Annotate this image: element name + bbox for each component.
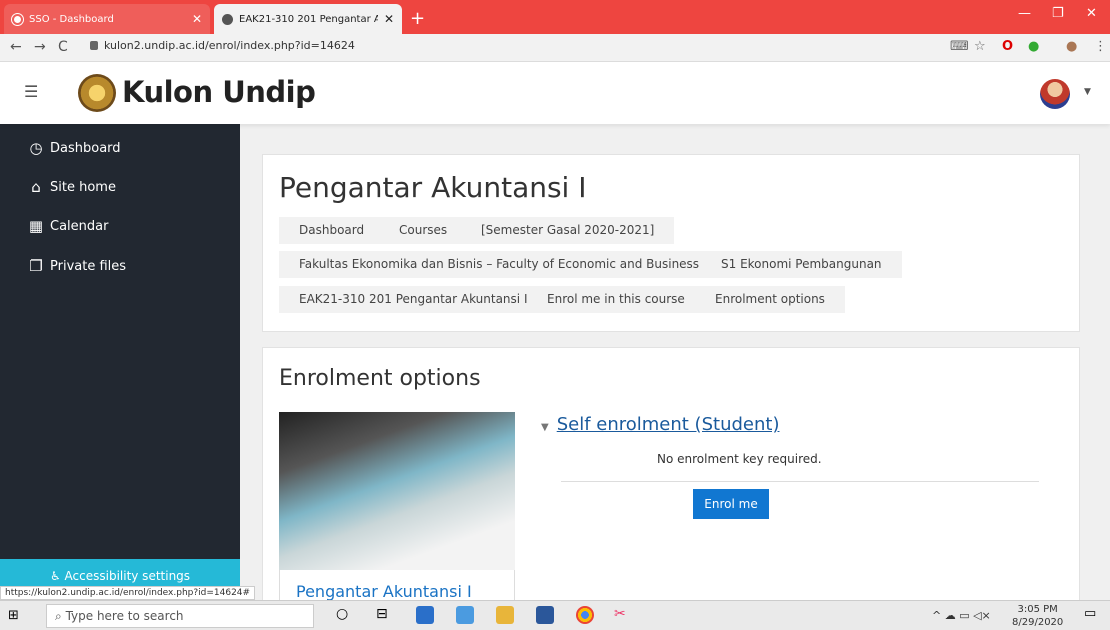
system-tray[interactable]: ^ ☁ ▭ ◁× [932, 609, 991, 622]
url-field[interactable]: kulon2.undip.ac.id/enrol/index.php?id=14… [90, 39, 355, 52]
reload-icon[interactable]: C [58, 39, 68, 55]
menu-kebab-icon[interactable]: ⋮ [1094, 39, 1107, 54]
university-logo[interactable] [78, 74, 116, 112]
cortana-icon[interactable]: ○ [336, 606, 354, 624]
site-header: ☰ Kulon Undip ▼ [0, 62, 1110, 124]
windows-start-icon[interactable]: ⊞ [8, 608, 19, 623]
file-explorer-icon[interactable] [496, 606, 514, 624]
clock-date: 8/29/2020 [1012, 617, 1064, 628]
user-avatar[interactable] [1040, 79, 1070, 109]
link-status-bar: https://kulon2.undip.ac.id/enrol/index.p… [0, 586, 256, 600]
page-header-card: Pengantar Akuntansi I Dashboard Courses … [262, 154, 1080, 332]
enrolment-card: Enrolment options Pengantar Akuntansi I … [262, 347, 1080, 610]
sidebar-item-label: Private files [50, 258, 127, 274]
bookmark-star-icon[interactable]: ☆ [974, 39, 986, 54]
breadcrumb-course[interactable]: EAK21-310 201 Pengantar Akuntansi I [279, 286, 548, 313]
sidebar-item-dashboard[interactable]: ◷ Dashboard [28, 139, 121, 157]
enrol-me-button[interactable]: Enrol me [693, 489, 769, 519]
sidebar-item-label: Calendar [50, 218, 109, 234]
taskbar-clock[interactable]: 3:05 PM 8/29/2020 [1012, 603, 1063, 629]
window-close-icon[interactable]: ✕ [1086, 6, 1097, 21]
section-heading: Enrolment options [279, 366, 481, 391]
windows-taskbar: ⊞ ⌕ Type here to search ○ ⊟ ✂ ^ ☁ ▭ ◁× 3… [0, 600, 1110, 630]
search-placeholder: Type here to search [65, 609, 184, 623]
clock-time: 3:05 PM [1017, 604, 1058, 615]
tab-title: SSO - Dashboard [29, 13, 114, 25]
sidebar-item-label: Site home [50, 179, 116, 195]
browser-tab-course[interactable]: EAK21-310 201 Pengantar Akunt ✕ [214, 4, 402, 34]
self-enrolment-toggle[interactable]: ▼ Self enrolment (Student) [541, 414, 779, 435]
breadcrumb-faculty[interactable]: Fakultas Ekonomika dan Bisnis – Faculty … [279, 251, 720, 278]
files-icon: ❐ [29, 257, 43, 275]
new-tab-icon[interactable]: + [410, 8, 425, 29]
address-bar: ← → C kulon2.undip.ac.id/enrol/index.php… [0, 34, 1110, 62]
nav-drawer: ◷ Dashboard ⌂ Site home ▦ Calendar ❐ Pri… [0, 124, 240, 600]
sidebar-item-calendar[interactable]: ▦ Calendar [28, 217, 109, 235]
calendar-app-icon[interactable] [456, 606, 474, 624]
divider [561, 481, 1039, 482]
forward-icon[interactable]: → [34, 39, 46, 55]
browser-tab-sso[interactable]: SSO - Dashboard ✕ [4, 4, 210, 34]
snipping-tool-icon[interactable]: ✂ [614, 606, 632, 624]
home-icon: ⌂ [31, 178, 41, 196]
lock-icon [90, 41, 98, 50]
enrolment-key-note: No enrolment key required. [657, 452, 822, 466]
breadcrumb-semester[interactable]: [Semester Gasal 2020-2021] [461, 217, 675, 244]
calculator-app-icon[interactable] [416, 606, 434, 624]
back-icon[interactable]: ← [10, 39, 22, 55]
browser-tab-strip: SSO - Dashboard ✕ EAK21-310 201 Penganta… [0, 0, 1110, 34]
task-view-icon[interactable]: ⊟ [376, 606, 394, 624]
sidebar-item-site-home[interactable]: ⌂ Site home [28, 178, 116, 196]
breadcrumb-dashboard[interactable]: Dashboard [279, 217, 385, 244]
favicon-icon [12, 13, 23, 25]
accessibility-icon: ♿ [49, 569, 61, 583]
site-brand[interactable]: Kulon Undip [122, 75, 316, 109]
search-icon: ⌕ [55, 609, 62, 623]
chrome-icon[interactable] [576, 606, 594, 624]
course-image [279, 412, 515, 570]
minimize-icon[interactable]: — [1018, 6, 1031, 21]
opera-extension-icon[interactable]: O [1002, 39, 1013, 54]
calendar-icon: ▦ [28, 217, 44, 235]
extension-icon[interactable]: ● [1028, 39, 1039, 54]
taskbar-search-input[interactable]: ⌕ Type here to search [46, 604, 314, 628]
main-content: Pengantar Akuntansi I Dashboard Courses … [240, 124, 1110, 610]
word-icon[interactable] [536, 606, 554, 624]
breadcrumb-enrol-me[interactable]: Enrol me in this course [527, 286, 705, 313]
chevron-down-icon: ▼ [541, 422, 549, 433]
self-enrolment-title: Self enrolment (Student) [556, 414, 780, 435]
notifications-icon[interactable]: ▭ [1084, 606, 1102, 624]
sidebar-item-private-files[interactable]: ❐ Private files [28, 257, 126, 275]
chevron-down-icon[interactable]: ▼ [1084, 87, 1091, 97]
tab-title: EAK21-310 201 Pengantar Akunt [239, 13, 378, 25]
page-title: Pengantar Akuntansi I [279, 171, 587, 204]
breadcrumb-courses[interactable]: Courses [379, 217, 468, 244]
sidebar-item-label: Dashboard [50, 140, 121, 156]
accessibility-label: Accessibility settings [64, 569, 191, 583]
breadcrumb-program[interactable]: S1 Ekonomi Pembangunan [701, 251, 902, 278]
url-text: kulon2.undip.ac.id/enrol/index.php?id=14… [104, 39, 355, 52]
close-tab-icon[interactable]: ✕ [384, 12, 394, 26]
profile-icon[interactable]: ● [1066, 39, 1077, 54]
close-tab-icon[interactable]: ✕ [192, 12, 202, 26]
hamburger-menu-icon[interactable]: ☰ [24, 82, 38, 101]
breadcrumb-enrolment-options: Enrolment options [695, 286, 845, 313]
dashboard-icon: ◷ [29, 139, 43, 157]
restore-icon[interactable]: ❐ [1052, 6, 1064, 21]
favicon-icon [222, 13, 233, 25]
translate-icon[interactable]: ⌨ [950, 39, 969, 54]
